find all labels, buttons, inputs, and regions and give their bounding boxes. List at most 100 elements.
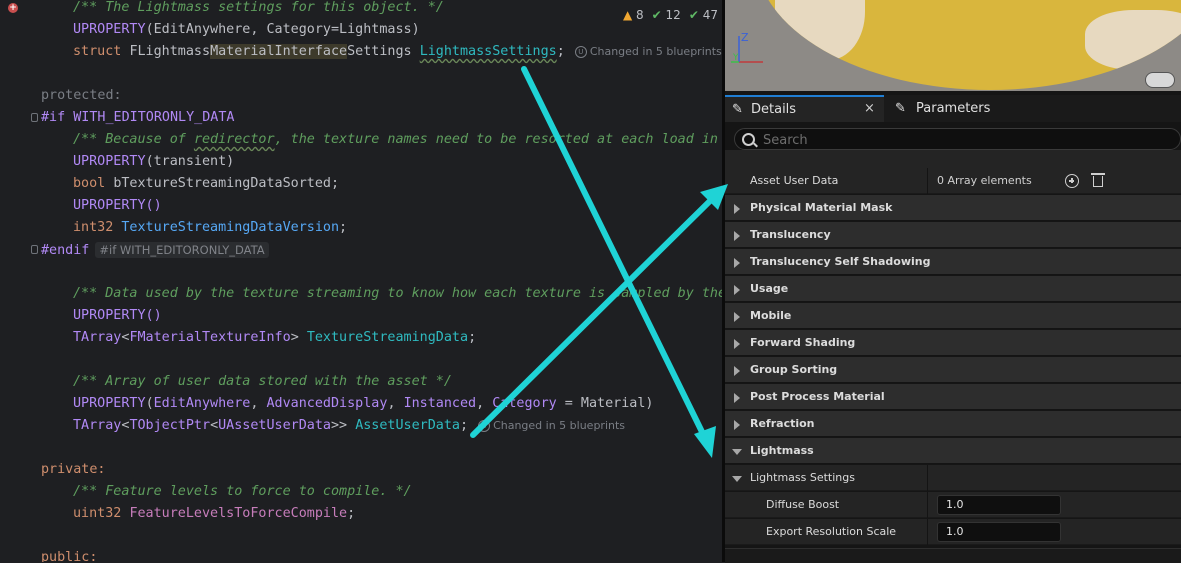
divider — [927, 465, 928, 491]
add-breakpoint-icon[interactable]: + — [8, 3, 18, 13]
chevron-right-icon[interactable] — [734, 204, 740, 214]
category-post-process-material[interactable]: Post Process Material — [725, 384, 1181, 410]
category-group-sorting[interactable]: Group Sorting — [725, 357, 1181, 383]
code-line: public: — [41, 550, 98, 562]
chevron-right-icon[interactable] — [734, 420, 740, 430]
code-line: struct FLightmassMaterialInterfaceSettin… — [73, 44, 722, 59]
inspection-summary[interactable]: ▲ 8 ✔ 12 ✔ 47 — [622, 6, 722, 24]
blueprint-icon: U — [478, 420, 491, 432]
category-translucency[interactable]: Translucency — [725, 222, 1181, 248]
code-line: /** Data used by the texture streaming t… — [73, 286, 722, 301]
code-line: private: — [41, 462, 106, 477]
category-label: Refraction — [750, 417, 815, 430]
category-mobile[interactable]: Mobile — [725, 303, 1181, 329]
material-preview-viewport[interactable]: Z Y — [725, 0, 1181, 91]
fold-marker-icon[interactable] — [31, 245, 38, 254]
property-label: Lightmass Settings — [750, 471, 855, 484]
tab-details[interactable]: ✎ Details — [725, 95, 884, 122]
chevron-right-icon[interactable] — [734, 258, 740, 268]
category-label: Usage — [750, 282, 789, 295]
divider — [927, 519, 928, 545]
chevron-right-icon[interactable] — [734, 231, 740, 241]
tab-parameters[interactable]: ✎ Parameters — [890, 95, 1066, 122]
details-search[interactable] — [734, 128, 1181, 150]
blueprint-usage-hint[interactable]: U Changed in 5 blueprints — [478, 419, 625, 432]
chevron-right-icon[interactable] — [734, 285, 740, 295]
category-label: Forward Shading — [750, 336, 856, 349]
category-physical-material-mask[interactable]: Physical Material Mask — [725, 195, 1181, 221]
blueprint-icon: U — [574, 46, 587, 58]
property-row-partial — [725, 150, 1181, 168]
close-tab-button[interactable]: × — [864, 95, 875, 122]
editor-gutter: + — [0, 0, 40, 562]
code-line: /** Because of redirector, the texture n… — [73, 132, 718, 147]
viewport-toggle-button[interactable] — [1145, 72, 1175, 88]
chevron-right-icon[interactable] — [734, 339, 740, 349]
panel-tab-bar: ✎ Details × ✎ Parameters — [725, 95, 1181, 122]
code-line: /** The Lightmass settings for this obje… — [73, 0, 444, 15]
diffuse-boost-input[interactable]: 1.0 — [937, 495, 1061, 515]
search-input[interactable] — [761, 130, 1165, 150]
property-label: Export Resolution Scale — [766, 525, 897, 538]
category-lightmass[interactable]: Lightmass — [725, 438, 1181, 464]
divider — [927, 492, 928, 518]
category-label: Lightmass — [750, 444, 814, 457]
chevron-right-icon[interactable] — [734, 366, 740, 376]
blueprint-usage-hint[interactable]: U Changed in 5 blueprints — [574, 45, 722, 58]
other-count: ✔ 47 — [688, 8, 718, 22]
pencil-icon: ✎ — [895, 101, 906, 116]
preview-sphere — [755, 0, 1181, 90]
chevron-down-icon[interactable] — [732, 476, 742, 482]
code-line: /** Feature levels to force to compile. … — [73, 484, 412, 499]
code-line: #endif #if WITH_EDITORONLY_DATA — [41, 239, 269, 261]
category-forward-shading[interactable]: Forward Shading — [725, 330, 1181, 356]
property-export-resolution-scale[interactable]: Export Resolution Scale 1.0 — [725, 519, 1181, 545]
code-line: /** Array of user data stored with the a… — [73, 374, 452, 389]
chevron-down-icon[interactable] — [732, 449, 742, 455]
code-editor[interactable]: + ▲ 8 ✔ 12 ✔ 47 /** The Lightmass settin… — [0, 0, 722, 562]
category-label: Translucency Self Shadowing — [750, 255, 931, 268]
category-refraction[interactable]: Refraction — [725, 411, 1181, 437]
pencil-icon: ✎ — [732, 102, 743, 117]
code-line: UPROPERTY() — [73, 308, 162, 323]
property-label: Diffuse Boost — [766, 498, 840, 511]
chevron-right-icon[interactable] — [734, 393, 740, 403]
trash-icon[interactable] — [1091, 173, 1105, 187]
code-line: #if WITH_EDITORONLY_DATA — [41, 110, 235, 125]
axis-y-label: Y — [732, 53, 739, 63]
code-line: UPROPERTY() — [73, 198, 162, 213]
export-resolution-scale-input[interactable]: 1.0 — [937, 522, 1061, 542]
property-diffuse-boost[interactable]: Diffuse Boost 1.0 — [725, 492, 1181, 518]
chevron-right-icon[interactable] — [734, 312, 740, 322]
warning-icon: ▲ — [622, 8, 633, 22]
fold-marker-icon[interactable] — [31, 113, 38, 122]
code-line: uint32 FeatureLevelsToForceCompile; — [73, 506, 356, 521]
property-lightmass-settings[interactable]: Lightmass Settings — [725, 465, 1181, 491]
code-line: UPROPERTY(EditAnywhere, AdvancedDisplay,… — [73, 396, 654, 411]
category-label: Translucency — [750, 228, 831, 241]
panel-bottom-bar — [725, 548, 1181, 563]
category-label: Group Sorting — [750, 363, 838, 376]
axis-gizmo-icon: Z Y — [731, 31, 763, 63]
category-label: Post Process Material — [750, 390, 885, 403]
warning-count: ▲ 8 — [622, 8, 644, 22]
category-usage[interactable]: Usage — [725, 276, 1181, 302]
axis-z-label: Z — [741, 31, 749, 44]
divider — [927, 168, 928, 194]
category-label: Mobile — [750, 309, 792, 322]
search-icon — [742, 133, 755, 146]
code-line: int32 TextureStreamingDataVersion; — [73, 220, 348, 235]
category-translucency-self-shadowing[interactable]: Translucency Self Shadowing — [725, 249, 1181, 275]
code-line: bool bTextureStreamingDataSorted; — [73, 176, 340, 191]
property-label: Asset User Data — [750, 174, 839, 187]
category-label: Physical Material Mask — [750, 201, 893, 214]
code-line: protected: — [41, 88, 122, 103]
property-asset-user-data[interactable]: Asset User Data 0 Array elements — [725, 168, 1181, 194]
code-line: TArray<TObjectPtr<UAssetUserData>> Asset… — [73, 418, 626, 433]
code-line: UPROPERTY(EditAnywhere, Category=Lightma… — [73, 22, 420, 37]
details-panel[interactable]: Z Y ✎ Details × ✎ Parameters Asset User … — [722, 0, 1181, 563]
add-element-icon[interactable] — [1065, 174, 1079, 188]
code-line: TArray<FMaterialTextureInfo> TextureStre… — [73, 330, 477, 345]
ok-count: ✔ 12 — [651, 8, 681, 22]
check-icon: ✔ — [651, 8, 662, 22]
